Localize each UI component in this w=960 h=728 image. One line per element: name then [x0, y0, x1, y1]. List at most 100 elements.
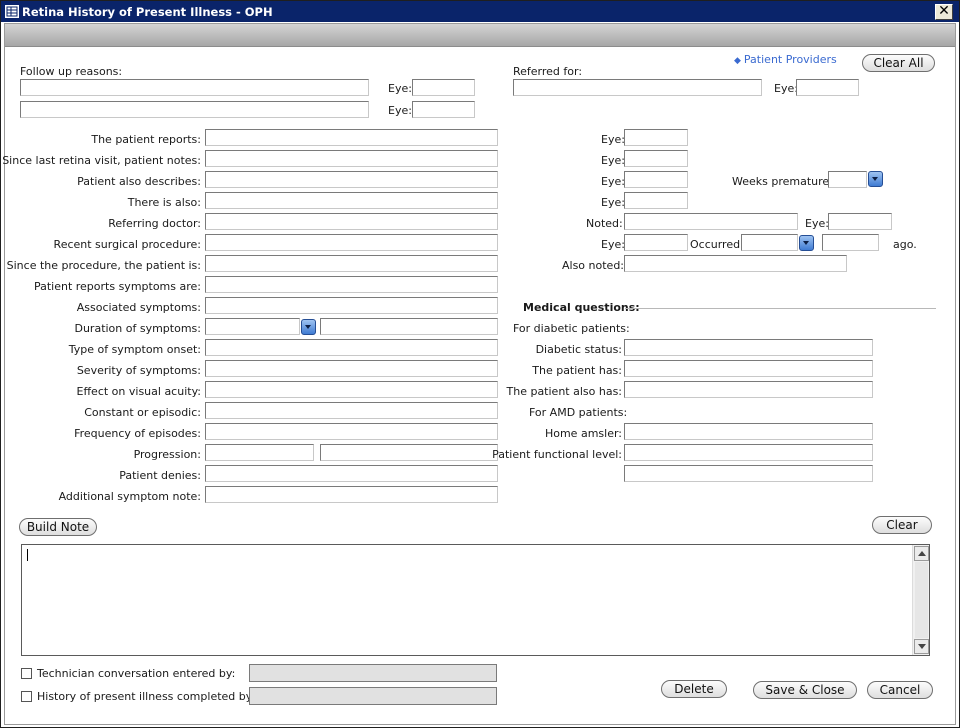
- referring-doctor-label: Referring doctor:: [108, 217, 201, 230]
- vertical-scrollbar[interactable]: [912, 545, 929, 655]
- type-of-onset-label: Type of symptom onset:: [68, 343, 201, 356]
- patient-also-has-input[interactable]: [624, 381, 873, 398]
- there-is-also-eye-input[interactable]: [624, 192, 688, 209]
- reports-symptoms-are-input[interactable]: [205, 276, 498, 293]
- duration-of-symptoms-label: Duration of symptoms:: [74, 322, 201, 335]
- surgical-eye-input[interactable]: [624, 234, 688, 251]
- cancel-button[interactable]: Cancel: [867, 681, 933, 699]
- follow-up-eye-2-input[interactable]: [412, 101, 475, 118]
- eye-label: Eye:: [601, 175, 625, 188]
- functional-level-input-1[interactable]: [624, 444, 873, 461]
- diabetic-status-label: Diabetic status:: [535, 343, 622, 356]
- hpi-window: Retina History of Present Illness - OPH …: [0, 0, 960, 728]
- title-bar[interactable]: Retina History of Present Illness - OPH …: [1, 1, 959, 22]
- technician-checkbox[interactable]: [21, 668, 32, 679]
- chevron-down-icon[interactable]: [799, 235, 814, 251]
- chevron-down-icon[interactable]: [868, 171, 883, 187]
- home-amsler-input[interactable]: [624, 423, 873, 440]
- additional-symptom-note-input[interactable]: [205, 486, 498, 503]
- section-divider: [625, 308, 936, 309]
- form-grid-icon: [5, 5, 19, 18]
- effect-on-acuity-input[interactable]: [205, 381, 498, 398]
- occurred-label: Occurred:: [690, 238, 744, 251]
- hpi-completed-label: History of present illness completed by:: [37, 690, 256, 703]
- follow-up-reason-1-input[interactable]: [20, 79, 369, 96]
- duration-select[interactable]: [205, 318, 300, 335]
- referred-for-label: Referred for:: [513, 65, 583, 78]
- additional-symptom-note-label: Additional symptom note:: [58, 490, 201, 503]
- severity-input[interactable]: [205, 360, 498, 377]
- eye-label: Eye:: [601, 238, 625, 251]
- scroll-up-icon[interactable]: [914, 546, 929, 561]
- progression-label: Progression:: [133, 448, 201, 461]
- patient-reports-label: The patient reports:: [91, 133, 201, 146]
- delete-button[interactable]: Delete: [661, 680, 727, 698]
- since-procedure-input[interactable]: [205, 255, 498, 272]
- also-noted-input[interactable]: [624, 255, 847, 272]
- for-amd-label: For AMD patients:: [529, 406, 628, 419]
- referred-eye-input[interactable]: [796, 79, 859, 96]
- associated-symptoms-input[interactable]: [205, 297, 498, 314]
- duration-input[interactable]: [320, 318, 498, 335]
- patient-also-describes-label: Patient also describes:: [77, 175, 201, 188]
- eye-label: Eye:: [388, 82, 412, 95]
- patient-has-label: The patient has:: [532, 364, 622, 377]
- reports-eye-input[interactable]: [624, 129, 688, 146]
- hpi-completed-checkbox[interactable]: [21, 691, 32, 702]
- patient-denies-input[interactable]: [205, 465, 498, 482]
- noted-label: Noted:: [586, 217, 623, 230]
- eye-label: Eye:: [774, 82, 798, 95]
- referred-for-input[interactable]: [513, 79, 762, 96]
- noted-input[interactable]: [624, 213, 798, 230]
- patient-providers-link[interactable]: ◆ Patient Providers: [734, 53, 837, 66]
- functional-level-label: Patient functional level:: [492, 448, 622, 461]
- recent-surgical-procedure-label: Recent surgical procedure:: [53, 238, 201, 251]
- ago-label: ago.: [893, 238, 917, 251]
- diabetic-status-input[interactable]: [624, 339, 873, 356]
- since-last-visit-label: Since last retina visit, patient notes:: [2, 154, 201, 167]
- clear-all-button[interactable]: Clear All: [862, 54, 935, 72]
- reports-symptoms-are-label: Patient reports symptoms are:: [33, 280, 201, 293]
- follow-up-eye-1-input[interactable]: [412, 79, 475, 96]
- technician-field: [249, 664, 497, 682]
- functional-level-input-2[interactable]: [624, 465, 873, 482]
- since-last-eye-input[interactable]: [624, 150, 688, 167]
- close-icon: ✕: [938, 3, 950, 19]
- note-textarea[interactable]: [21, 544, 930, 656]
- follow-up-reason-2-input[interactable]: [20, 101, 369, 118]
- since-last-visit-input[interactable]: [205, 150, 498, 167]
- progression-input-1[interactable]: [205, 444, 314, 461]
- patient-reports-input[interactable]: [205, 129, 498, 146]
- save-close-button[interactable]: Save & Close: [753, 681, 857, 699]
- frequency-of-episodes-input[interactable]: [205, 423, 498, 440]
- type-of-onset-input[interactable]: [205, 339, 498, 356]
- occurred-select[interactable]: [741, 234, 798, 251]
- progression-input-2[interactable]: [320, 444, 498, 461]
- scroll-track[interactable]: [915, 562, 928, 638]
- effect-on-acuity-label: Effect on visual acuity:: [76, 385, 201, 398]
- for-diabetic-label: For diabetic patients:: [513, 322, 630, 335]
- patient-also-describes-input[interactable]: [205, 171, 498, 188]
- describes-eye-input[interactable]: [624, 171, 688, 188]
- patient-providers-label: Patient Providers: [743, 53, 837, 66]
- occurred-amount-input[interactable]: [822, 234, 879, 251]
- eye-label: Eye:: [601, 133, 625, 146]
- eye-label: Eye:: [601, 196, 625, 209]
- weeks-premature-select[interactable]: [828, 171, 867, 188]
- clear-button[interactable]: Clear: [872, 516, 932, 534]
- patient-has-input[interactable]: [624, 360, 873, 377]
- severity-label: Severity of symptoms:: [76, 364, 201, 377]
- frequency-of-episodes-label: Frequency of episodes:: [74, 427, 201, 440]
- constant-or-episodic-input[interactable]: [205, 402, 498, 419]
- noted-eye-input[interactable]: [828, 213, 892, 230]
- build-note-button[interactable]: Build Note: [19, 518, 97, 536]
- eye-label: Eye:: [805, 217, 829, 230]
- there-is-also-input[interactable]: [205, 192, 498, 209]
- also-noted-label: Also noted:: [562, 259, 625, 272]
- referring-doctor-input[interactable]: [205, 213, 498, 230]
- chevron-down-icon[interactable]: [301, 319, 316, 335]
- window-title: Retina History of Present Illness - OPH: [22, 5, 273, 19]
- recent-surgical-procedure-input[interactable]: [205, 234, 498, 251]
- scroll-down-icon[interactable]: [914, 639, 929, 654]
- close-button[interactable]: ✕: [935, 4, 953, 20]
